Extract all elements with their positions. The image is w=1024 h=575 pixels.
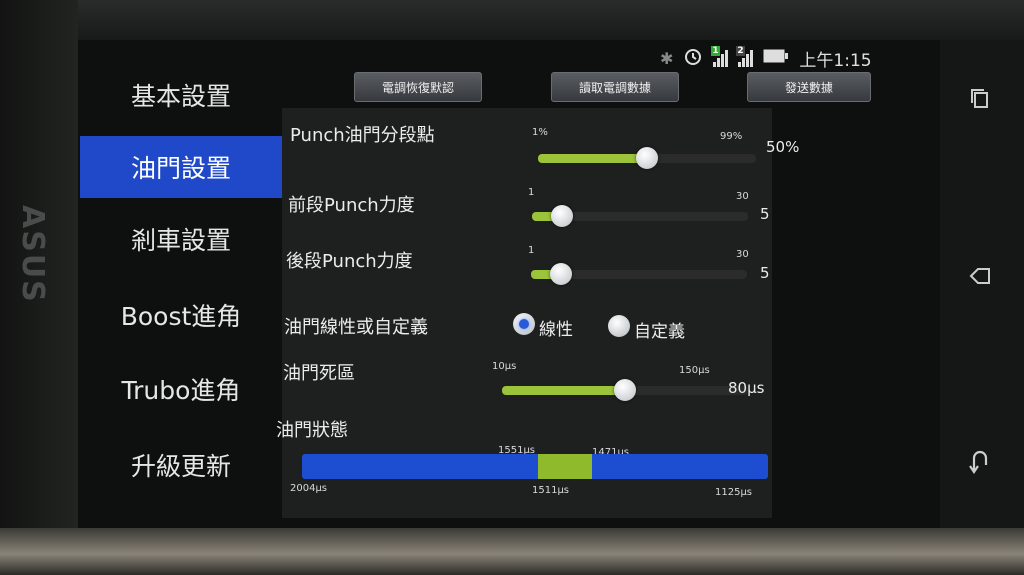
deadband-slider[interactable]: [502, 379, 748, 401]
restore-defaults-button[interactable]: 電調恢復默認: [354, 72, 482, 102]
system-navigation-bar: [940, 40, 1024, 528]
phone-bezel-bottom: [0, 528, 1024, 575]
sim1-label: 1: [711, 46, 720, 56]
deadband-thumb[interactable]: [614, 379, 636, 401]
signal-sim2-icon: 2: [736, 46, 754, 67]
linearity-label: 油門線性或自定義: [284, 317, 428, 338]
signal-sim1-icon: 1: [711, 46, 729, 67]
brand-logo: ASUS: [0, 205, 50, 304]
recent-apps-icon[interactable]: [958, 76, 1002, 120]
punch-split-max: 99%: [720, 131, 743, 142]
home-icon[interactable]: [958, 254, 1002, 298]
sidebar-item-upgrade[interactable]: 升級更新: [80, 434, 282, 496]
phone-bezel-top: [0, 0, 1024, 40]
punch-split-value: 50%: [766, 138, 800, 156]
battery-icon: [763, 48, 789, 69]
rear-punch-max: 30: [736, 249, 749, 260]
status-bar: ✱ 1 2 上午1:15: [660, 44, 930, 72]
alarm-icon: [683, 46, 703, 71]
deadband-max: 150μs: [679, 365, 710, 376]
throttle-status-bar: [302, 454, 768, 479]
deadband-fill: [502, 386, 625, 395]
sidebar-item-boost[interactable]: Boost進角: [80, 284, 282, 346]
clock: 上午1:15: [799, 50, 872, 71]
front-punch-value: 5: [760, 205, 770, 223]
sidebar-item-brake[interactable]: 剎車設置: [80, 208, 282, 270]
throttle-left-value: 2004μs: [290, 483, 328, 494]
punch-split-label: Punch油門分段點: [290, 125, 435, 146]
rear-punch-value: 5: [760, 264, 770, 282]
deadband-min: 10μs: [492, 361, 517, 372]
sidebar-item-throttle[interactable]: 油門設置: [80, 136, 282, 198]
radio-linear-label[interactable]: 線性: [539, 315, 573, 340]
radio-custom-label[interactable]: 自定義: [634, 317, 685, 342]
throttle-status-label: 油門狀態: [276, 420, 348, 441]
back-icon[interactable]: [958, 438, 1002, 482]
throttle-status-segment: [538, 454, 592, 479]
sim2-label: 2: [736, 46, 745, 56]
sidebar-item-turbo[interactable]: Trubo進角: [80, 358, 282, 420]
bluetooth-icon: ✱: [660, 48, 674, 68]
send-data-button[interactable]: 發送數據: [747, 72, 871, 102]
sidebar-item-basic[interactable]: 基本設置: [80, 64, 282, 126]
punch-split-slider[interactable]: [538, 147, 756, 169]
radio-linear[interactable]: [513, 313, 535, 335]
punch-split-thumb[interactable]: [636, 147, 658, 169]
throttle-right-value: 1125μs: [715, 487, 753, 498]
rear-punch-slider[interactable]: [531, 263, 747, 285]
front-punch-slider[interactable]: [532, 205, 748, 227]
punch-split-min: 1%: [532, 127, 548, 138]
radio-custom[interactable]: [608, 315, 630, 337]
front-punch-label: 前段Punch力度: [288, 195, 415, 216]
read-esc-data-button[interactable]: 讀取電調數據: [551, 72, 679, 102]
deadband-label: 油門死區: [283, 363, 355, 384]
rear-punch-label: 後段Punch力度: [286, 251, 413, 272]
throttle-center-value: 1511μs: [532, 485, 570, 496]
punch-split-fill: [538, 154, 647, 163]
front-punch-min: 1: [528, 187, 535, 198]
front-punch-max: 30: [736, 191, 749, 202]
rear-punch-min: 1: [528, 245, 535, 256]
deadband-value: 80μs: [728, 379, 765, 397]
